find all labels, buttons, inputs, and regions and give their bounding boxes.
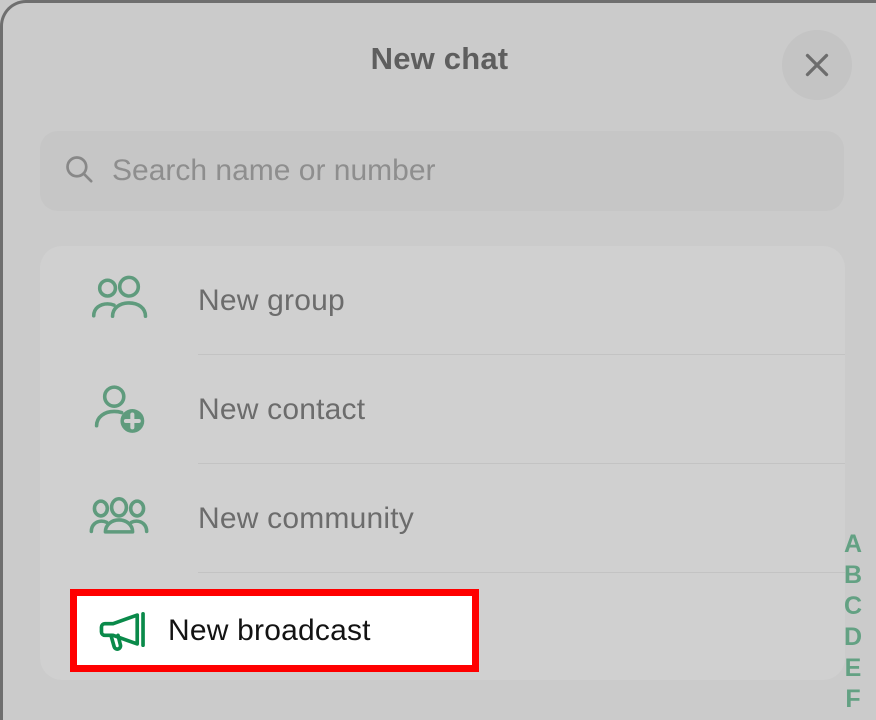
alpha-index-letter-f[interactable]: F (845, 684, 860, 715)
search-row (40, 131, 844, 211)
action-item-label: New contact (198, 392, 366, 426)
megaphone-icon (77, 603, 168, 659)
action-item-label: New group (198, 283, 345, 317)
close-icon (798, 46, 836, 84)
alphabet-index[interactable]: ABCDEFG (838, 529, 868, 720)
alpha-index-letter-c[interactable]: C (844, 591, 862, 622)
alpha-index-letter-a[interactable]: A (844, 529, 862, 560)
person-add-icon (40, 379, 198, 441)
alpha-index-letter-d[interactable]: D (844, 622, 862, 653)
action-item-label: New broadcast (168, 613, 371, 647)
action-item-new-community[interactable]: New community (40, 464, 845, 573)
search-input[interactable] (112, 131, 822, 211)
action-item-label: New community (198, 501, 414, 535)
action-item-new-broadcast[interactable]: New broadcast (70, 589, 479, 672)
new-chat-dialog: New chat Search name or number New group… (0, 0, 876, 720)
alpha-index-letter-g[interactable]: G (843, 715, 862, 720)
alpha-index-letter-e[interactable]: E (845, 653, 862, 684)
search-icon (62, 152, 96, 191)
close-button[interactable] (782, 30, 852, 100)
action-item-new-contact[interactable]: New contact (40, 355, 845, 464)
dialog-header: New chat (3, 3, 876, 125)
action-item-new-group[interactable]: New group (40, 246, 845, 355)
page-title: New chat (370, 41, 509, 76)
two-people-icon (40, 270, 198, 332)
three-people-icon (40, 488, 198, 550)
search-field[interactable] (40, 131, 844, 211)
alpha-index-letter-b[interactable]: B (844, 560, 862, 591)
